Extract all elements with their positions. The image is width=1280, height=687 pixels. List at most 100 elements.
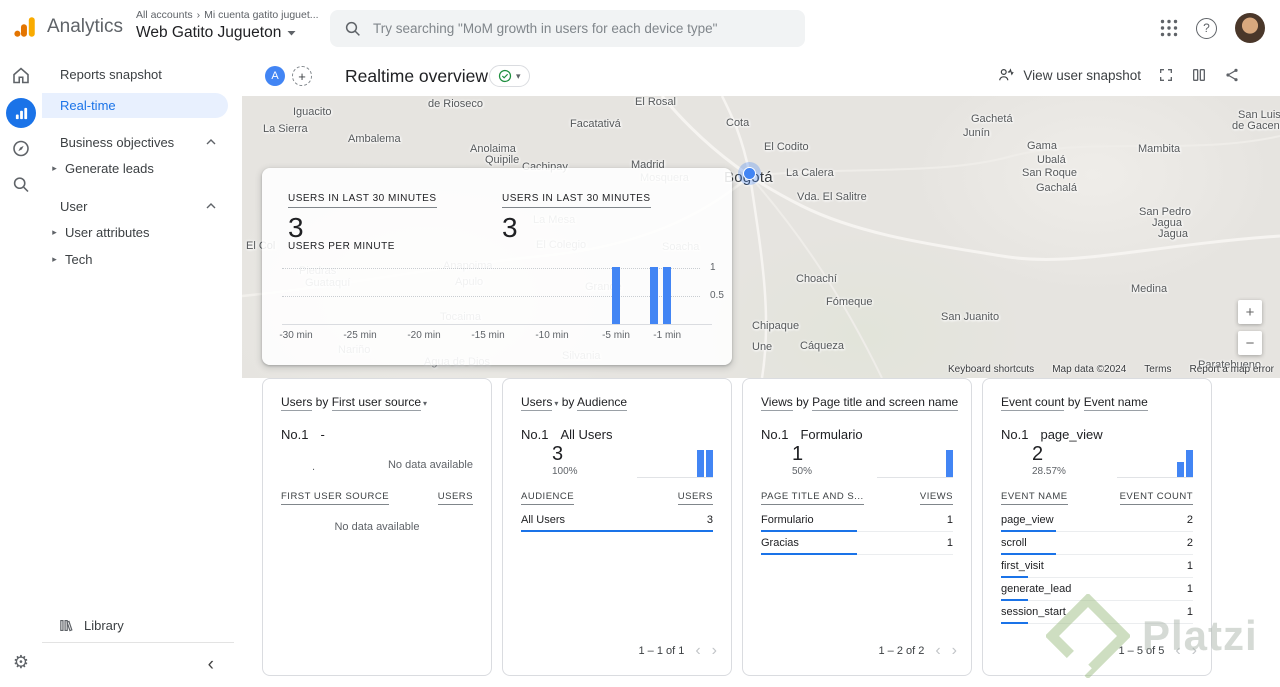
user-avatar[interactable] bbox=[1235, 13, 1265, 43]
page-title: Realtime overview bbox=[345, 66, 488, 86]
table-row[interactable]: Formulario 1 bbox=[761, 509, 953, 532]
table-row[interactable]: Gracias 1 bbox=[761, 532, 953, 555]
sidebar-section-header[interactable]: User bbox=[42, 193, 242, 219]
table-row[interactable]: All Users 3 bbox=[521, 509, 713, 532]
column-header-metric[interactable]: EVENT COUNT bbox=[1119, 491, 1193, 505]
advertising-icon[interactable] bbox=[11, 174, 32, 195]
customize-report-icon[interactable] bbox=[1191, 67, 1207, 83]
breadcrumb: All accounts › Mi cuenta gatito juguet..… bbox=[136, 9, 319, 21]
map-place-label: Gachetá bbox=[971, 113, 1013, 125]
column-header-metric[interactable]: USERS bbox=[437, 491, 473, 505]
report-card: Users ▾ by Audience No.1 All Users 3 100% AUDI… bbox=[502, 378, 732, 676]
sparkline bbox=[637, 449, 713, 478]
map-attribution-item[interactable]: Terms bbox=[1144, 364, 1171, 375]
sparkline bbox=[1117, 449, 1193, 478]
sidebar-item-reports-snapshot[interactable]: Reports snapshot bbox=[42, 61, 242, 87]
chevron-up-icon bbox=[206, 203, 216, 209]
axis-tick-label: -15 min bbox=[471, 330, 505, 341]
share-icon[interactable] bbox=[1224, 67, 1240, 83]
card-metric-selector[interactable]: Users bbox=[281, 395, 313, 411]
card-metric-selector[interactable]: Event count bbox=[1001, 395, 1065, 411]
map-place-label: Iguacito bbox=[293, 106, 332, 118]
fullscreen-icon[interactable] bbox=[1158, 67, 1174, 83]
sidebar-item[interactable]: ▸ Generate leads bbox=[42, 155, 242, 182]
table-row[interactable]: first_visit 1 bbox=[1001, 555, 1193, 578]
sidebar-section-header[interactable]: Business objectives bbox=[42, 129, 242, 155]
pagination-next-button[interactable]: › bbox=[952, 643, 957, 659]
zoom-out-button[interactable]: − bbox=[1238, 331, 1262, 355]
card-title: Users ▾ by Audience bbox=[521, 395, 628, 411]
users-per-minute-label: USERS PER MINUTE bbox=[288, 241, 395, 252]
data-quality-badge[interactable]: ▾ bbox=[489, 65, 530, 87]
account-switcher[interactable]: All accounts › Mi cuenta gatito juguet..… bbox=[136, 9, 319, 42]
table-row[interactable]: page_view 2 bbox=[1001, 509, 1193, 532]
top-entry-value: 3 bbox=[552, 443, 564, 465]
column-header-metric[interactable]: VIEWS bbox=[919, 491, 953, 505]
map-place-label: de Gaceno bbox=[1232, 120, 1280, 132]
map-place-label: Gachalá bbox=[1036, 182, 1077, 194]
column-header-dimension[interactable]: EVENT NAME bbox=[1001, 491, 1068, 505]
map-attribution-item[interactable]: Keyboard shortcuts bbox=[948, 364, 1034, 375]
map-attribution-item: Map data ©2024 bbox=[1052, 364, 1127, 375]
admin-gear-icon[interactable]: ⚙ bbox=[13, 652, 29, 673]
column-header-dimension[interactable]: AUDIENCE bbox=[521, 491, 575, 505]
sidebar-item-library[interactable]: Library bbox=[42, 608, 242, 642]
card-dimension-selector[interactable]: Event name bbox=[1083, 395, 1148, 411]
sparkline-bar bbox=[946, 450, 953, 477]
card-dimension-selector[interactable]: Audience bbox=[577, 395, 628, 411]
card-dimension-selector[interactable]: First user source bbox=[331, 395, 422, 411]
breadcrumb-account[interactable]: Mi cuenta gatito juguet... bbox=[204, 9, 318, 21]
pagination-prev-button[interactable]: ‹ bbox=[1175, 643, 1180, 659]
sidebar-item-label: Real-time bbox=[60, 98, 116, 113]
explore-icon[interactable] bbox=[11, 138, 32, 159]
search-input[interactable] bbox=[373, 21, 791, 36]
pagination-prev-button[interactable]: ‹ bbox=[695, 643, 700, 659]
card-dimension-selector[interactable]: Page title and screen name bbox=[812, 395, 959, 411]
map-place-label: El Rosal bbox=[635, 96, 676, 108]
gridline bbox=[282, 296, 700, 297]
comparison-chip-avatar[interactable]: A bbox=[265, 66, 285, 86]
view-user-snapshot-button[interactable]: View user snapshot bbox=[997, 66, 1141, 84]
axis-tick-label: -30 min bbox=[279, 330, 313, 341]
card-metric-selector[interactable]: Views bbox=[761, 395, 793, 411]
realtime-stats-panel: USERS IN LAST 30 MINUTES 3 USERS IN LAST… bbox=[262, 168, 732, 365]
breadcrumb-all-accounts[interactable]: All accounts bbox=[136, 9, 193, 21]
table-header: AUDIENCE USERS bbox=[521, 491, 713, 505]
sidebar-item[interactable]: ▸ Tech bbox=[42, 246, 242, 273]
row-proportion-bar bbox=[1001, 622, 1029, 624]
sidebar-item-realtime[interactable]: Real-time bbox=[42, 93, 228, 118]
reports-icon[interactable] bbox=[6, 98, 36, 128]
column-header-dimension[interactable]: FIRST USER SOURCE bbox=[281, 491, 390, 505]
map-attribution-item[interactable]: Report a map error bbox=[1190, 364, 1274, 375]
pagination-next-button[interactable]: › bbox=[1192, 643, 1197, 659]
axis-tick-label: -25 min bbox=[343, 330, 377, 341]
add-comparison-button[interactable]: + bbox=[292, 66, 312, 86]
apps-grid-icon[interactable] bbox=[1160, 19, 1178, 37]
help-icon[interactable]: ? bbox=[1196, 17, 1217, 39]
search-bar[interactable] bbox=[330, 10, 805, 47]
sidebar-collapse-button[interactable]: ‹ bbox=[42, 643, 242, 687]
sidebar-item[interactable]: ▸ User attributes bbox=[42, 219, 242, 246]
zoom-in-button[interactable]: + bbox=[1238, 300, 1262, 324]
pagination-prev-button[interactable]: ‹ bbox=[935, 643, 940, 659]
column-header-metric[interactable]: USERS bbox=[677, 491, 713, 505]
pagination-next-button[interactable]: › bbox=[712, 643, 717, 659]
stat-label[interactable]: USERS IN LAST 30 MINUTES bbox=[502, 193, 651, 208]
analytics-logo[interactable]: Analytics bbox=[12, 14, 123, 40]
top-entry: No.1 All Users bbox=[521, 427, 613, 442]
row-proportion-bar bbox=[761, 553, 857, 555]
card-metric-selector[interactable]: Users bbox=[521, 395, 553, 411]
property-selector[interactable]: Web Gatito Jugueton bbox=[136, 24, 319, 42]
table-header: EVENT NAME EVENT COUNT bbox=[1001, 491, 1193, 505]
realtime-geo-map[interactable]: Iguacito La Sierra Ambalema de Rioseco Facat… bbox=[242, 96, 1280, 378]
table-row[interactable]: session_start 1 bbox=[1001, 601, 1193, 624]
column-header-dimension[interactable]: PAGE TITLE AND S... bbox=[761, 491, 864, 505]
table-row[interactable]: scroll 2 bbox=[1001, 532, 1193, 555]
sidebar-nav: Reports snapshot Real-time Business obje… bbox=[42, 57, 242, 687]
table-body: Formulario 1 Gracias 1 bbox=[761, 509, 953, 555]
stat-label[interactable]: USERS IN LAST 30 MINUTES bbox=[288, 193, 437, 208]
map-place-label: Chipaque bbox=[752, 320, 800, 332]
table-row[interactable]: generate_lead 1 bbox=[1001, 578, 1193, 601]
collapse-chevron-icon: ‹ bbox=[207, 654, 214, 675]
home-icon[interactable] bbox=[11, 65, 32, 86]
